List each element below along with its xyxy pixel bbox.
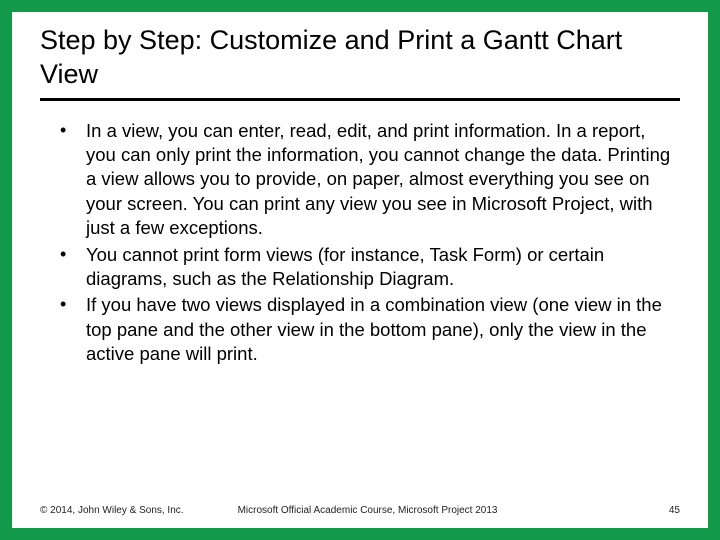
bullet-list: In a view, you can enter, read, edit, an… bbox=[40, 119, 680, 367]
footer-page-number: 45 bbox=[669, 505, 680, 516]
footer-copyright: © 2014, John Wiley & Sons, Inc. bbox=[40, 505, 184, 516]
slide: Step by Step: Customize and Print a Gant… bbox=[12, 12, 708, 528]
footer-course: Microsoft Official Academic Course, Micr… bbox=[238, 505, 498, 516]
list-item: You cannot print form views (for instanc… bbox=[40, 243, 680, 292]
list-item: In a view, you can enter, read, edit, an… bbox=[40, 119, 680, 241]
slide-title: Step by Step: Customize and Print a Gant… bbox=[40, 24, 680, 101]
list-item: If you have two views displayed in a com… bbox=[40, 293, 680, 366]
slide-body: In a view, you can enter, read, edit, an… bbox=[40, 119, 680, 500]
slide-footer: © 2014, John Wiley & Sons, Inc. Microsof… bbox=[40, 499, 680, 518]
